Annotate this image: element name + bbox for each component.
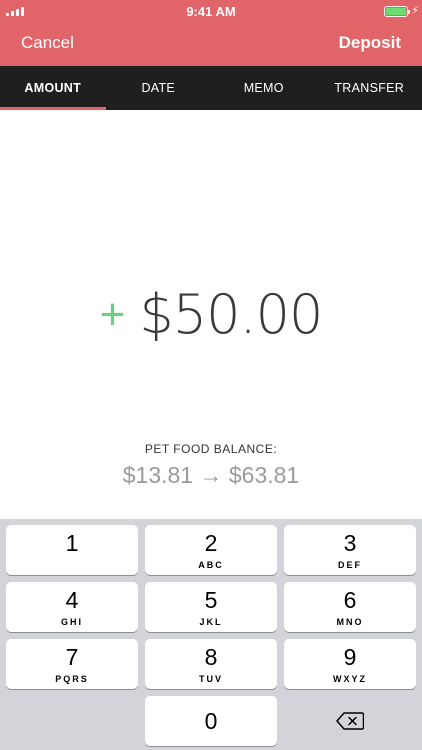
amount-display: + $50.00 [0,283,422,347]
charging-icon: ⚡︎ [411,5,419,17]
header: 9:41 AM ⚡︎ Cancel Deposit [0,0,422,66]
key-number: 1 [65,530,79,556]
key-3[interactable]: 3 DEF [284,525,416,575]
key-7[interactable]: 7 PQRS [6,639,138,689]
key-6[interactable]: 6 MNO [284,582,416,632]
tab-bar: AMOUNT DATE MEMO TRANSFER [0,66,422,110]
key-2[interactable]: 2 ABC [145,525,277,575]
backspace-icon [336,712,364,730]
backspace-key[interactable] [284,696,416,746]
key-9[interactable]: 9 WXYZ [284,639,416,689]
key-letters: TUV [199,674,223,684]
key-number: 5 [204,587,218,613]
key-letters: MNO [336,617,364,627]
deposit-button[interactable]: Deposit [339,33,401,53]
status-time: 9:41 AM [186,4,236,19]
key-number: 6 [343,587,357,613]
key-number: 0 [204,708,218,734]
balance-label: PET FOOD BALANCE: [144,442,278,456]
key-letters: ABC [198,560,224,570]
key-number: 2 [204,530,218,556]
key-letters: JKL [199,617,223,627]
tab-transfer[interactable]: TRANSFER [317,66,422,110]
balance-value: $13.81 → $63.81 [122,462,300,488]
key-1[interactable]: 1 [6,525,138,575]
cancel-button[interactable]: Cancel [21,33,74,53]
key-0[interactable]: 0 [145,696,277,746]
key-number: 9 [343,644,357,670]
key-number: 7 [65,644,79,670]
key-letters: GHI [60,617,83,627]
amount-value: $50.00 [139,283,323,346]
key-4[interactable]: 4 GHI [6,582,138,632]
battery-icon [384,6,410,17]
tab-date[interactable]: DATE [106,66,212,110]
key-letters: WXYZ [333,674,367,684]
key-letters: PQRS [55,674,89,684]
key-5[interactable]: 5 JKL [145,582,277,632]
numeric-keypad: 1 2 ABC 3 DEF 4 GHI 5 JKL 6 MNO 7 PQRS 8… [0,519,422,750]
key-8[interactable]: 8 TUV [145,639,277,689]
status-bar: 9:41 AM ⚡︎ [0,0,422,22]
key-number: 8 [204,644,218,670]
key-letters: DEF [338,560,362,570]
key-number: 4 [65,587,79,613]
tab-memo[interactable]: MEMO [211,66,317,110]
plus-icon[interactable]: + [100,293,126,337]
key-number: 3 [343,530,357,556]
tab-amount[interactable]: AMOUNT [0,66,106,110]
